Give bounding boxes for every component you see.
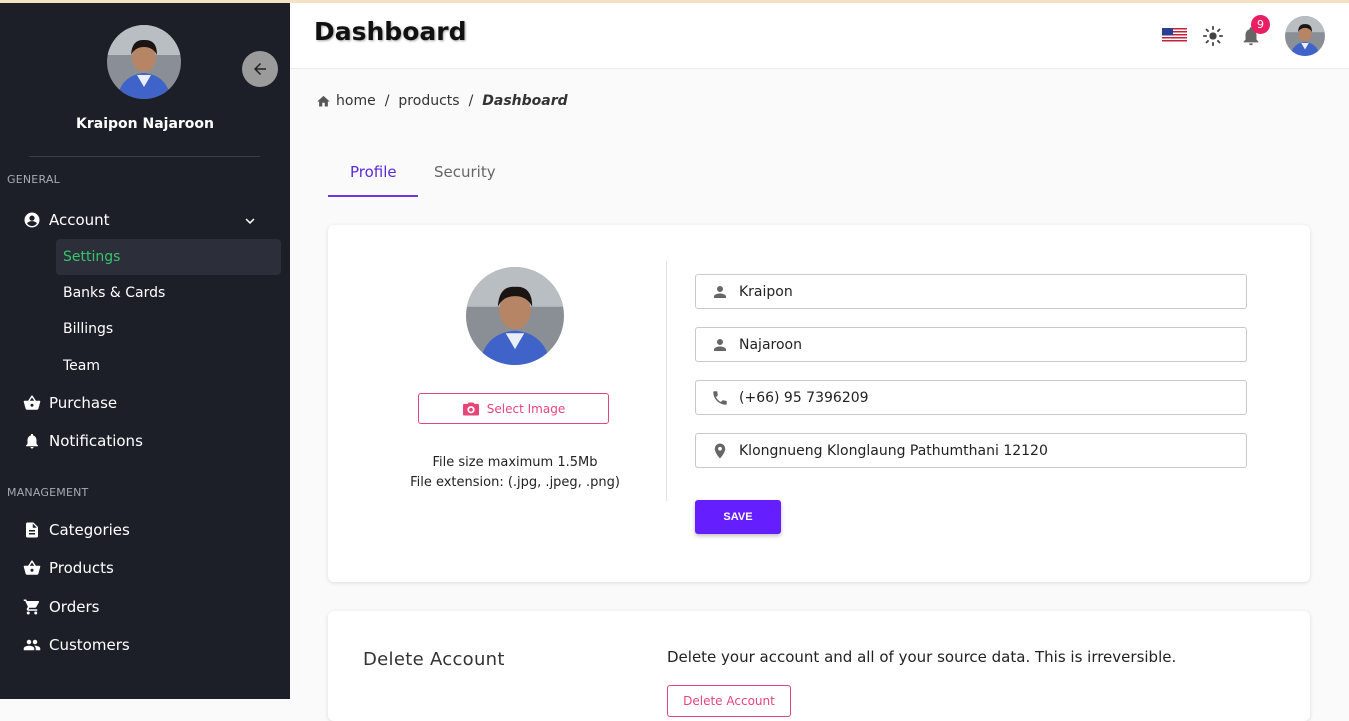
sidebar-item-customers[interactable]: Customers	[22, 631, 130, 659]
collapse-sidebar-button[interactable]	[242, 51, 278, 87]
vertical-divider	[666, 261, 667, 501]
sidebar-item-purchase[interactable]: Purchase	[22, 389, 117, 417]
notification-count-badge: 9	[1251, 15, 1270, 34]
sidebar-item-label: Notifications	[49, 432, 143, 450]
sidebar-item-label: Purchase	[49, 394, 118, 412]
select-image-button[interactable]: Select Image	[418, 393, 609, 424]
file-size-text: File size maximum 1.5Mb	[432, 455, 598, 470]
sidebar-subitem-banks-cards[interactable]: Banks & Cards	[56, 275, 281, 311]
sidebar-item-label: Products	[49, 559, 114, 577]
delete-account-title: Delete Account	[363, 649, 505, 670]
chevron-down-icon[interactable]	[240, 211, 260, 231]
sidebar-item-label: Categories	[49, 521, 130, 539]
sidebar-item-orders[interactable]: Orders	[22, 593, 99, 621]
profile-avatar	[466, 267, 564, 365]
delete-account-description: Delete your account and all of your sour…	[667, 648, 1177, 666]
sidebar-subitem-team[interactable]: Team	[56, 348, 281, 384]
address-field	[695, 433, 1247, 468]
delete-account-button[interactable]: Delete Account	[667, 685, 791, 717]
file-extension-text: File extension: (.jpg, .jpeg, .png)	[410, 475, 620, 490]
phone-field	[695, 380, 1247, 415]
sidebar-item-account[interactable]: Account	[22, 206, 110, 234]
profile-card: Select Image File size maximum 1.5Mb Fil…	[328, 225, 1310, 582]
sidebar-user-name: Kraipon Najaroon	[76, 116, 214, 132]
last-name-input[interactable]	[739, 336, 1219, 353]
sidebar-divider	[29, 156, 260, 157]
arrow-left-icon	[254, 63, 266, 75]
address-input[interactable]	[739, 442, 1219, 459]
breadcrumb-separator: /	[384, 93, 390, 109]
breadcrumb-current: Dashboard	[482, 93, 568, 109]
sidebar-item-products[interactable]: Products	[22, 554, 114, 582]
file-requirements: File size maximum 1.5Mb File extension: …	[328, 453, 702, 493]
sidebar-item-label: Orders	[49, 598, 100, 616]
breadcrumb-home[interactable]: home	[336, 93, 376, 109]
last-name-field	[695, 327, 1247, 362]
tab-security[interactable]: Security	[434, 163, 496, 181]
cart-icon	[22, 597, 42, 617]
breadcrumb-products[interactable]: products	[398, 93, 459, 109]
sidebar-subitem-settings[interactable]: Settings	[56, 239, 281, 275]
active-tab-indicator	[328, 195, 418, 197]
sidebar-subitem-billings[interactable]: Billings	[56, 311, 281, 347]
sun-icon[interactable]	[1202, 25, 1224, 47]
person-icon	[710, 282, 730, 302]
phone-icon	[710, 388, 730, 408]
save-button[interactable]: SAVE	[695, 500, 781, 534]
sidebar-avatar	[107, 25, 181, 99]
sidebar-item-notifications[interactable]: Notifications	[22, 427, 143, 455]
sidebar: Kraipon Najaroon GENERAL Account Setting…	[0, 3, 290, 699]
delete-account-card: Delete Account Delete your account and a…	[328, 611, 1310, 721]
person-icon	[710, 335, 730, 355]
document-icon	[22, 520, 42, 540]
location-pin-icon	[710, 441, 730, 461]
home-icon[interactable]	[316, 94, 331, 109]
first-name-input[interactable]	[739, 283, 1219, 300]
basket-icon	[22, 558, 42, 578]
basket-icon	[22, 393, 42, 413]
phone-input[interactable]	[739, 389, 1219, 406]
account-circle-icon	[22, 210, 42, 230]
first-name-field	[695, 274, 1247, 309]
camera-icon	[462, 401, 479, 416]
select-image-label: Select Image	[486, 401, 566, 416]
section-management-label: MANAGEMENT	[7, 486, 89, 499]
breadcrumb: home / products / Dashboard	[316, 93, 568, 109]
tab-profile[interactable]: Profile	[350, 163, 397, 181]
page-title: Dashboard	[314, 17, 467, 46]
header-avatar[interactable]	[1285, 16, 1325, 56]
us-flag-icon[interactable]	[1162, 28, 1187, 43]
breadcrumb-separator: /	[468, 93, 474, 109]
section-general-label: GENERAL	[7, 173, 60, 186]
top-header: Dashboard 9	[290, 3, 1349, 69]
sidebar-item-label: Customers	[49, 636, 130, 654]
people-icon	[22, 635, 42, 655]
sidebar-item-label: Account	[49, 211, 110, 229]
bell-icon	[22, 431, 42, 451]
sidebar-item-categories[interactable]: Categories	[22, 516, 130, 544]
